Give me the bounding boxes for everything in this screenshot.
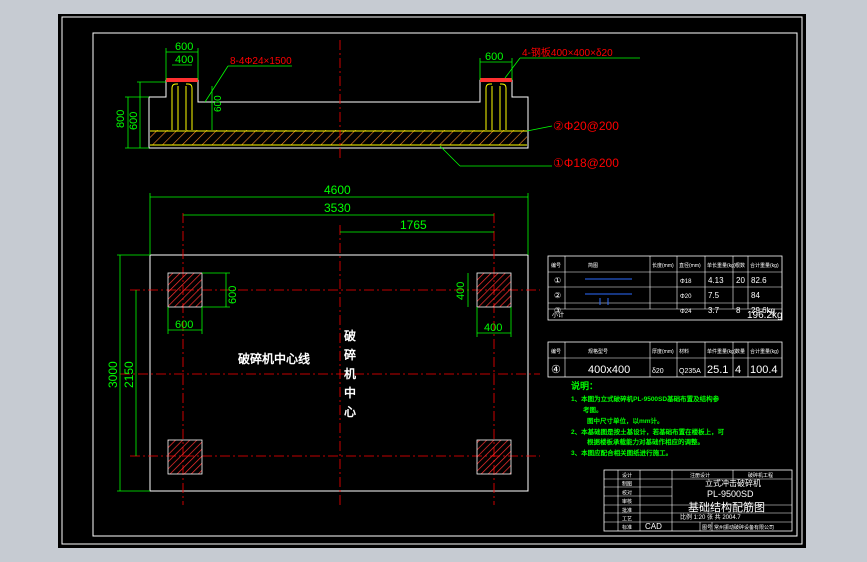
title-block-labels: 设计制图校对审核批准工艺标准	[622, 472, 632, 531]
rebar-cell: Φ18	[680, 279, 692, 285]
dim-3000: 3000	[106, 361, 120, 388]
plate-bottom-right	[476, 439, 512, 475]
dim-400-plate-v: 400	[455, 282, 467, 300]
plate-header-cell: 编号	[551, 348, 561, 355]
dim-400-plate-h: 400	[484, 322, 502, 334]
plate-header-cell: 单件重量(kg)	[707, 348, 736, 355]
plate-cell: 100.4	[750, 364, 778, 376]
rebar-cell: Φ20	[680, 294, 692, 300]
rebar-cell: 4.13	[708, 276, 724, 285]
rebar-total-label: 小计	[552, 311, 564, 319]
section-hatch	[150, 130, 527, 145]
tb-label: 校对	[622, 489, 632, 496]
rebar-cell: 82.6	[751, 276, 767, 285]
rebar-header-cell: 合计重量(kg)	[750, 262, 779, 269]
notes-title: 说明：	[571, 380, 598, 391]
plate-header-cell: 规格型号	[588, 348, 608, 355]
tb-label: 标准	[622, 524, 632, 531]
dim-3530: 3530	[324, 201, 351, 215]
plate-header-cell: 材料	[679, 348, 689, 355]
plate-cell: Q235A	[679, 368, 701, 375]
dim-600-vertical-outer: 600	[128, 112, 140, 130]
tb-cad: CAD	[645, 522, 662, 531]
tb-label: 审核	[622, 498, 632, 505]
rebar-cell: 8	[736, 306, 741, 315]
rebar-header-cell: 根数	[735, 262, 745, 269]
plate-bottom-left	[167, 439, 203, 475]
tb-scale-row: 比例 1:20 张 共 2004.7	[680, 513, 741, 521]
tb-drawing-name: 基础结构配筋图	[688, 500, 765, 514]
rebar-cell: ②	[554, 291, 561, 300]
tb-model: PL-9500SD	[707, 489, 754, 499]
notes-line-2: 图中尺寸单位，以mm计。	[587, 416, 664, 425]
dim-600-vertical-inner: 600	[213, 95, 224, 112]
plate-header-cell: 厚度(mm)	[652, 348, 674, 355]
plate-note: 4-钢板400×400×δ20	[522, 46, 613, 59]
crusher-centerline-horizontal: 破碎机中心线	[238, 351, 310, 366]
rebar-cell: 3.7	[708, 306, 720, 315]
svg-text:机: 机	[344, 366, 356, 381]
plate-header-cell: 数量	[735, 348, 745, 355]
dim-600-top-right: 600	[485, 51, 503, 63]
plate-cell: 4	[735, 364, 741, 376]
rebar-cell: 7.5	[708, 291, 720, 300]
cad-drawing: 600 400 600 600 800 600 8-4Φ24×1500 4-钢板…	[58, 14, 806, 548]
tb-label: 工艺	[622, 517, 632, 523]
plate-header-cell: 合计重量(kg)	[750, 348, 779, 355]
notes-line-3b: 根据楼板承载能力对基础作相应的调整。	[587, 437, 704, 446]
dim-800: 800	[115, 110, 127, 128]
bolt-note: 8-4Φ24×1500	[230, 56, 292, 67]
svg-text:碎: 碎	[344, 347, 356, 362]
tb-label: 制图	[622, 481, 632, 488]
notes-line-1b: 考图。	[583, 405, 603, 414]
rebar-cell: ①	[554, 276, 561, 285]
plate-top-left	[167, 272, 203, 308]
tb-top-left: 注册设计	[690, 472, 710, 479]
rebar-header-cell: 简图	[588, 262, 598, 269]
notes-line-1: 1、本图为立式破碎机PL-9500SD基础布置及结构参	[571, 394, 720, 403]
tb-top-right: 破碎机工程	[748, 472, 773, 479]
dim-2150: 2150	[122, 361, 136, 388]
notes-line-3: 2、本基础图是按土基设计，若基础布置在楼板上，可	[571, 427, 725, 436]
tb-company: 常州振动破碎设备有限公司	[714, 524, 774, 531]
plate-cell: ④	[551, 364, 561, 376]
svg-text:破: 破	[344, 328, 356, 343]
rebar-header-cell: 单长重量(kg)	[707, 262, 736, 269]
rebar-total: 196.2kg	[747, 310, 783, 321]
dim-600-top-left: 600	[175, 41, 193, 53]
plate-top-right	[476, 272, 512, 308]
dim-1765: 1765	[400, 218, 427, 232]
plate-cell: 400x400	[588, 364, 630, 376]
rebar-header-cell: 长度(mm)	[652, 262, 674, 269]
tb-drawing-no-label: 图号	[702, 525, 712, 531]
rebar-2-note: ②Φ20@200	[553, 119, 619, 133]
dim-600-plate-v: 600	[227, 286, 239, 304]
rebar-header-cell: 编号	[551, 262, 561, 269]
rebar-1-note: ①Φ18@200	[553, 156, 619, 170]
rebar-cell: 84	[751, 291, 760, 300]
cad-viewport: 600 400 600 600 800 600 8-4Φ24×1500 4-钢板…	[0, 0, 867, 562]
rebar-cell: Φ24	[680, 309, 692, 315]
tb-product-name: 立式冲击破碎机	[705, 478, 761, 488]
crusher-centerline-vertical: 破 碎 机 中 心	[344, 328, 356, 419]
plate-cell: δ20	[652, 368, 664, 375]
plate-cell: 25.1	[707, 364, 728, 376]
tb-label: 设计	[622, 472, 632, 479]
dim-600-plate-h: 600	[175, 319, 193, 331]
dim-4600: 4600	[324, 183, 351, 197]
rebar-header-cell: 直径(mm)	[679, 262, 701, 269]
svg-text:心: 心	[344, 405, 356, 419]
svg-text:中: 中	[344, 385, 356, 400]
rebar-cell: 20	[736, 276, 745, 285]
tb-label: 批准	[622, 507, 632, 514]
notes-line-4: 3、本图应配合相关图纸进行施工。	[571, 448, 672, 457]
dim-400-top-left: 400	[175, 54, 193, 66]
